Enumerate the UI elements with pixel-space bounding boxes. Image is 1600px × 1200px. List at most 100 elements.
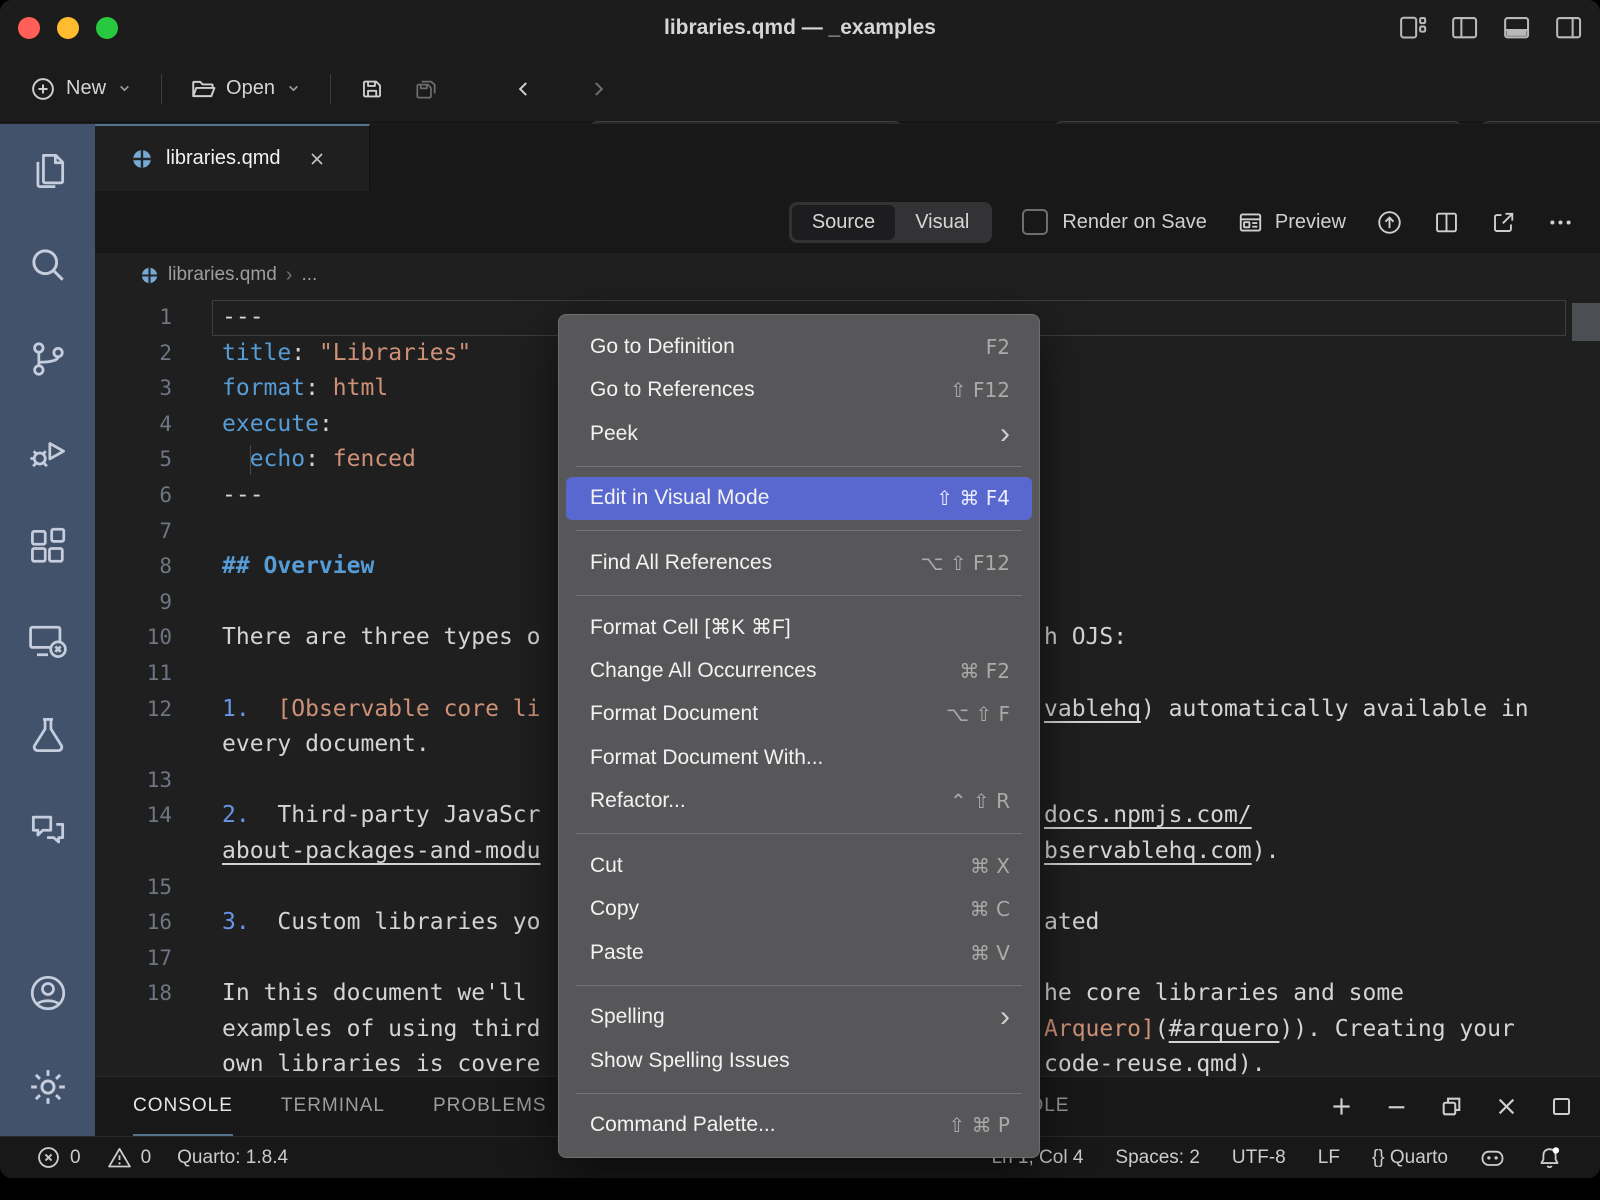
layout-sidebar-icon[interactable] [1450,13,1480,43]
menu-item-go-to-references[interactable]: Go to References⇧ F12 [566,369,1032,413]
open-in-new-window-icon[interactable] [1490,209,1517,236]
menu-item-cut[interactable]: Cut⌘ X [566,844,1032,888]
code-token: 3. [222,909,250,935]
preview-button[interactable]: Preview [1237,209,1346,236]
status-item-warning-count[interactable]: 0 [107,1145,152,1170]
forward-button[interactable] [577,66,619,112]
activity-item-console-sessions[interactable] [0,594,95,688]
activity-item-run-debug[interactable] [0,406,95,500]
menu-item-peek[interactable]: Peek › [566,412,1032,456]
status-item-bell-notification[interactable] [1537,1145,1562,1170]
status-item-text: Spaces: 2 [1115,1147,1200,1169]
close-tab-icon[interactable] [307,149,327,169]
menu-item-find-all-references[interactable]: Find All References⌥ ⇧ F12 [566,541,1032,585]
breadcrumb-file[interactable]: libraries.qmd [168,264,277,286]
menu-item-format-document[interactable]: Format Document⌥ ⇧ F [566,693,1032,737]
menu-item-label: Go to Definition [590,335,735,359]
status-item-error-count[interactable]: 0 [36,1145,81,1170]
panel-tab-terminal[interactable]: TERMINAL [281,1077,385,1136]
source-mode-button[interactable]: Source [792,205,895,240]
restore-icon[interactable] [1439,1094,1464,1119]
line-number: 4 [95,407,172,443]
layout-secondary-sidebar-icon[interactable] [1554,13,1584,43]
menu-item-label: Format Cell [⌘K ⌘F] [590,615,791,640]
run-debug-icon [26,431,70,475]
code-token: Third-party JavaScr [277,802,540,828]
status-item[interactable]: UTF-8 [1232,1147,1286,1169]
breadcrumb[interactable]: libraries.qmd › ... [95,253,1600,297]
open-button[interactable]: Open [180,66,312,112]
status-item[interactable]: LF [1318,1147,1340,1169]
status-item-copilot[interactable] [1480,1145,1505,1170]
code-token: "Libraries" [319,340,471,366]
comments-icon [26,807,70,851]
plus-icon[interactable] [1329,1094,1354,1119]
status-item-text: UTF-8 [1232,1147,1286,1169]
search-icon [26,243,70,287]
tab-libraries-qmd[interactable]: libraries.qmd [95,124,370,191]
menu-item-command-palette[interactable]: Command Palette...⇧ ⌘ P [566,1104,1032,1148]
activity-item-account[interactable] [0,946,95,1040]
settings-gear-icon [26,1065,70,1109]
panel-tab-console[interactable]: CONSOLE [133,1077,233,1136]
save-all-button[interactable] [403,66,449,112]
layout-customize-icon[interactable] [1398,13,1428,43]
minimize-window-button[interactable] [57,17,79,39]
render-on-save-label: Render on Save [1062,211,1207,234]
close-icon[interactable] [1494,1094,1519,1119]
activity-item-testing-beaker[interactable] [0,688,95,782]
save-button[interactable] [349,66,395,112]
activity-item-extensions[interactable] [0,500,95,594]
line-number: 2 [95,336,172,372]
more-actions-icon[interactable] [1547,209,1574,236]
activity-item-files-explorer[interactable] [0,124,95,218]
quarto-file-icon [140,266,159,285]
activity-item-settings-gear[interactable] [0,1040,95,1134]
activity-item-comments[interactable] [0,782,95,876]
indent-guide [250,445,251,475]
menu-item-change-all-occurrences[interactable]: Change All Occurrences⌘ F2 [566,649,1032,693]
menu-item-go-to-definition[interactable]: Go to DefinitionF2 [566,325,1032,369]
minimize-icon[interactable] [1384,1094,1409,1119]
code-token: #arquero [1169,1016,1280,1042]
menu-item-shortcut: ⇧ ⌘ P [948,1113,1010,1137]
menu-item-refactor[interactable]: Refactor...⌃ ⇧ R [566,780,1032,824]
zoom-window-button[interactable] [96,17,118,39]
menu-item-spelling[interactable]: Spelling› [566,996,1032,1040]
maximize-icon[interactable] [1549,1094,1574,1119]
menu-item-label: Spelling [590,1005,665,1029]
line-number: 6 [95,478,172,514]
back-button[interactable] [503,66,545,112]
source-control-icon [26,337,70,381]
menu-item-paste[interactable]: Paste⌘ V [566,931,1032,975]
close-window-button[interactable] [18,17,40,39]
new-button[interactable]: New [20,66,143,112]
code-token: )). Creating your [1279,1016,1514,1042]
files-explorer-icon [26,149,70,193]
menu-item-format-document-with[interactable]: Format Document With... [566,736,1032,780]
status-item[interactable]: {} Quarto [1372,1147,1448,1169]
menu-item-show-spelling-issues[interactable]: Show Spelling Issues [566,1039,1032,1083]
panel-tab-problems[interactable]: PROBLEMS [433,1077,547,1136]
breadcrumb-symbol[interactable]: ... [301,264,317,286]
menu-item-edit-in-visual-mode[interactable]: Edit in Visual Mode⇧ ⌘ F4 [566,477,1032,521]
status-item[interactable]: Spaces: 2 [1115,1147,1200,1169]
submenu-arrow-icon: › [1000,424,1010,444]
menu-item-format-cell-k-f[interactable]: Format Cell [⌘K ⌘F] [566,606,1032,650]
new-label: New [66,77,106,100]
status-item[interactable]: Quarto: 1.8.4 [177,1147,288,1169]
top-toolbar: New Open [0,55,1600,123]
activity-item-source-control[interactable] [0,312,95,406]
split-editor-icon[interactable] [1433,209,1460,236]
layout-panel-icon[interactable] [1502,13,1532,43]
menu-item-label: Peek [590,422,638,446]
menu-item-label: Cut [590,854,623,878]
menu-item-copy[interactable]: Copy⌘ C [566,888,1032,932]
render-on-save-checkbox[interactable] [1022,209,1048,235]
warning-count-icon [107,1145,132,1170]
console-sessions-icon [26,619,70,663]
activity-item-search[interactable] [0,218,95,312]
visual-mode-button[interactable]: Visual [895,205,989,240]
code-token [250,909,278,935]
publish-icon[interactable] [1376,209,1403,236]
